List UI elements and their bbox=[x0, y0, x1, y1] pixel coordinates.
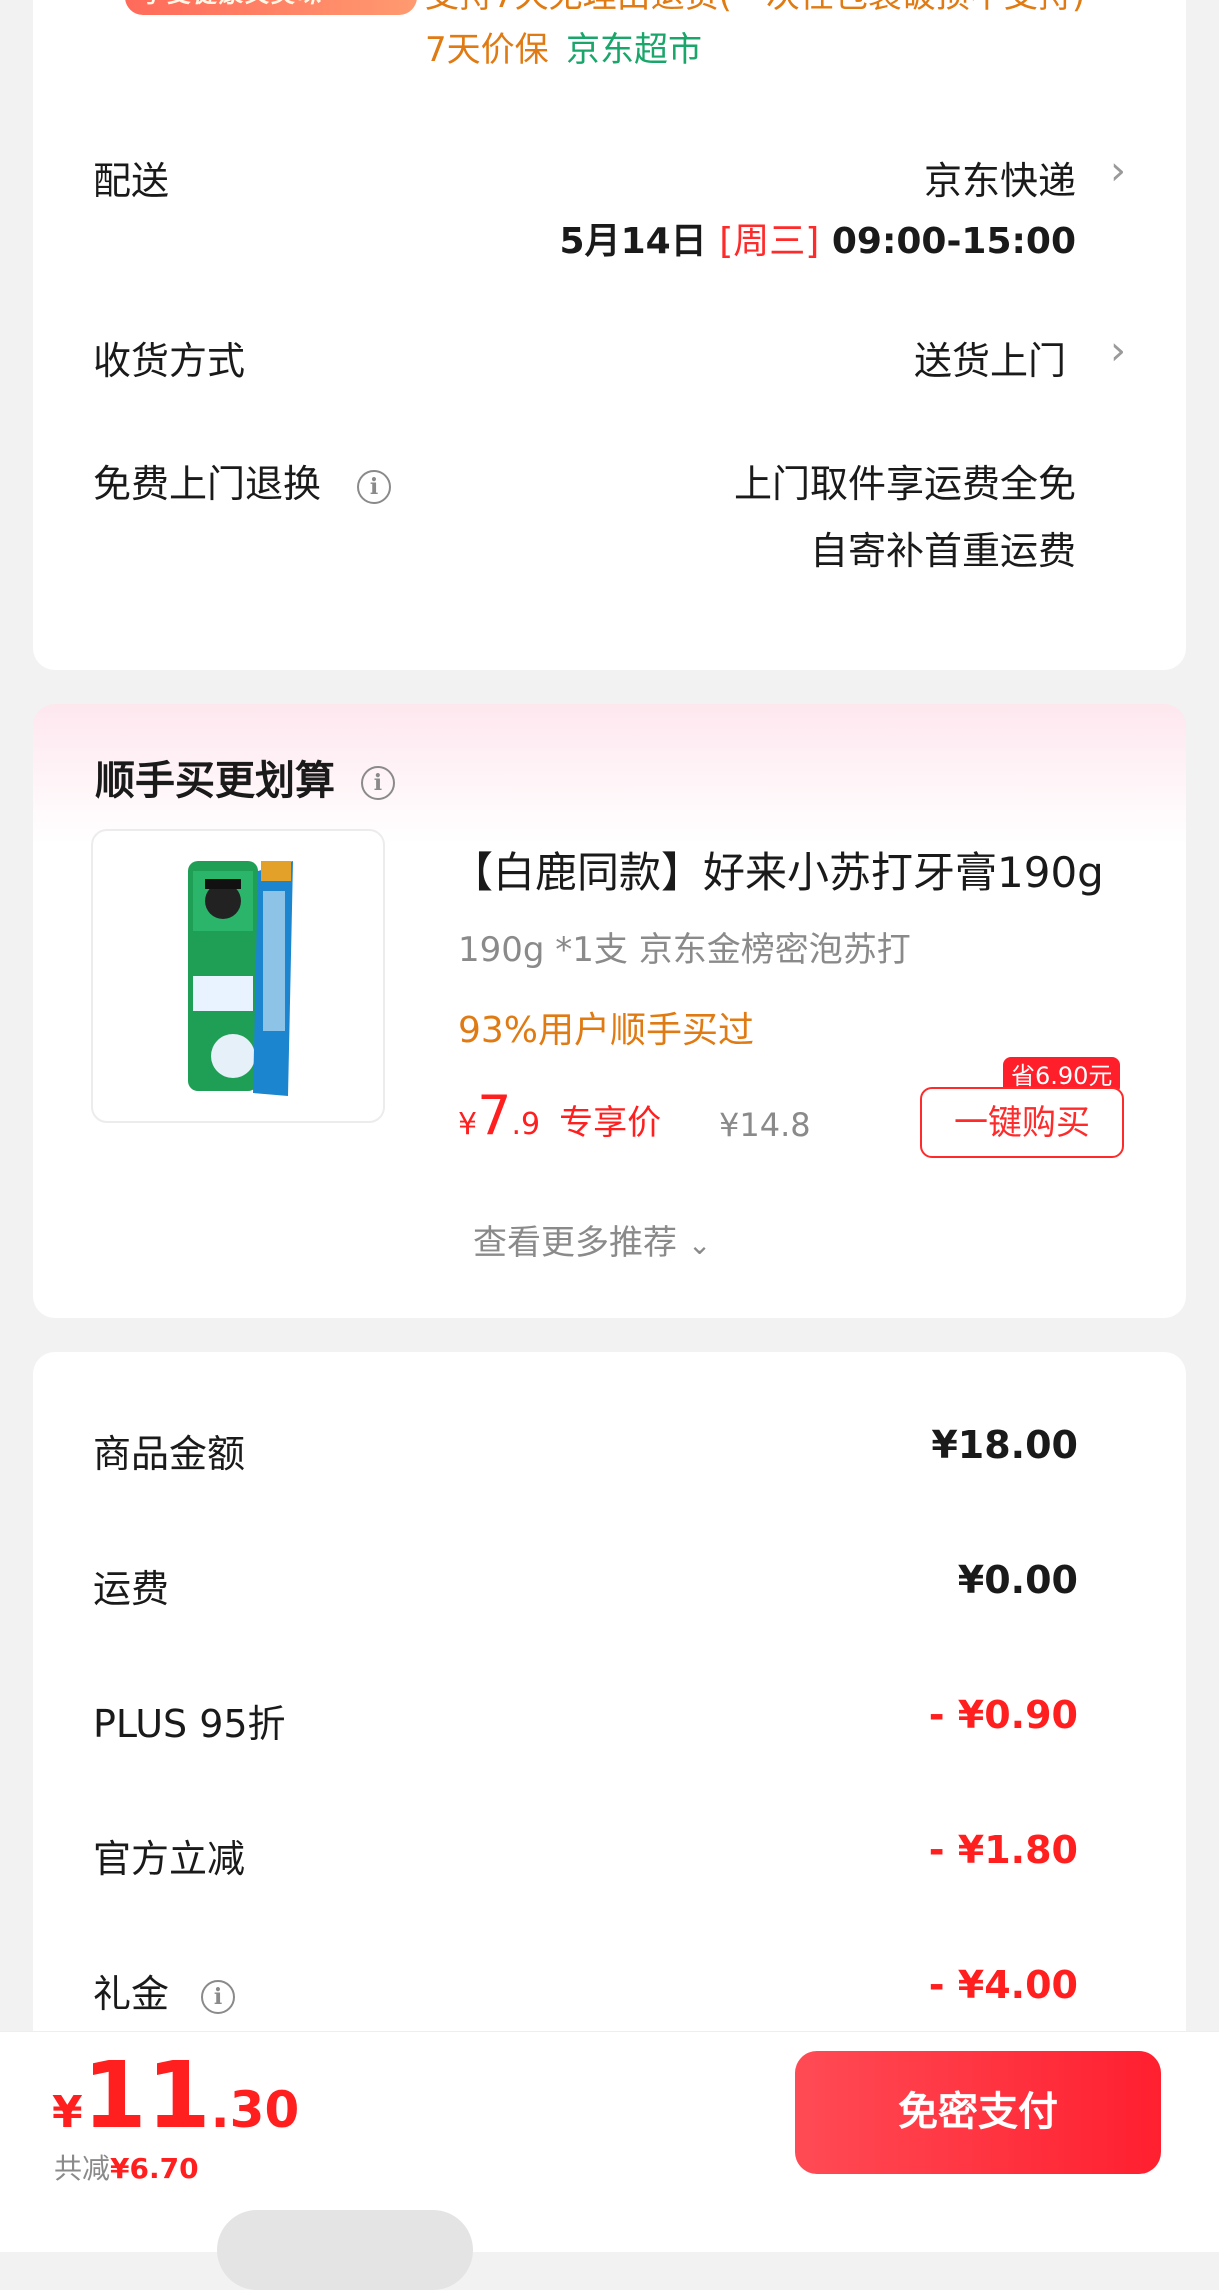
summary-value: - ¥4.00 bbox=[928, 1963, 1078, 2007]
original-price: ¥14.8 bbox=[719, 1106, 811, 1144]
product-spec: 190g *1支 京东金榜密泡苏打 bbox=[458, 930, 911, 970]
free-return-label-text: 免费上门退换 bbox=[93, 462, 322, 506]
receive-method-label: 收货方式 bbox=[93, 339, 246, 383]
delivery-weekday: [周三] bbox=[719, 221, 820, 262]
receive-chevron-icon[interactable]: › bbox=[1110, 328, 1126, 374]
summary-value: - ¥0.90 bbox=[928, 1693, 1078, 1737]
return-policy-text: 支持7天无理由退货(一次性包装破损不支持) bbox=[425, 0, 1085, 17]
product-price: ¥7.9 专享价 bbox=[458, 1084, 661, 1147]
summary-label: 官方立减 bbox=[93, 1837, 246, 1881]
product-image[interactable] bbox=[91, 829, 385, 1123]
discount-label: 共减 bbox=[54, 2152, 111, 2185]
more-recommend-text: 查看更多推荐 bbox=[473, 1223, 677, 1263]
more-recommend-link[interactable]: 查看更多推荐 ⌄ bbox=[473, 1215, 711, 1264]
price-summary-card: 商品金额 ¥18.00 运费 ¥0.00 PLUS 95折 - ¥0.90 官方… bbox=[33, 1352, 1186, 2112]
bought-tip: 93%用户顺手买过 bbox=[458, 1010, 755, 1051]
free-return-line2: 自寄补首重运费 bbox=[809, 529, 1076, 573]
summary-label: 运费 bbox=[93, 1567, 170, 1611]
recommend-title: 顺手买更划算 i bbox=[95, 748, 395, 806]
toothpaste-image-icon bbox=[188, 861, 293, 1096]
summary-value: ¥0.00 bbox=[957, 1558, 1078, 1602]
free-return-label: 免费上门退换 i bbox=[93, 453, 392, 508]
recommend-title-text: 顺手买更划算 bbox=[95, 758, 335, 804]
chevron-down-icon: ⌄ bbox=[687, 1228, 712, 1261]
free-return-line1: 上门取件享运费全免 bbox=[733, 462, 1076, 506]
summary-label: 商品金额 bbox=[93, 1432, 246, 1476]
summary-gift-row: 礼金 i bbox=[93, 1963, 236, 2018]
total-int: 11 bbox=[82, 2042, 211, 2149]
delivery-carrier[interactable]: 京东快递 bbox=[924, 150, 1076, 205]
delivery-time: 09:00-15:00 bbox=[831, 221, 1076, 262]
service-card: 享受健康又美味 支持7天无理由退货(一次性包装破损不支持) 7天价保 京东超市 … bbox=[33, 0, 1186, 670]
discount-value: ¥6.70 bbox=[110, 2152, 199, 2185]
total-currency: ¥ bbox=[52, 2087, 83, 2138]
jd-supermarket-text: 京东超市 bbox=[566, 30, 702, 70]
summary-label: PLUS 95折 bbox=[93, 1702, 286, 1746]
summary-label: 礼金 bbox=[93, 1972, 170, 2016]
one-click-buy-button[interactable]: 一键购买 bbox=[920, 1087, 1124, 1158]
promo-badge: 享受健康又美味 bbox=[125, 0, 417, 15]
info-icon[interactable]: i bbox=[360, 766, 395, 800]
price-int: 7 bbox=[477, 1084, 512, 1147]
info-icon[interactable]: i bbox=[357, 470, 392, 504]
summary-value: ¥18.00 bbox=[931, 1423, 1078, 1467]
delivery-chevron-icon[interactable]: › bbox=[1110, 148, 1126, 194]
summary-value: - ¥1.80 bbox=[928, 1828, 1078, 1872]
price-dec: .9 bbox=[511, 1107, 541, 1142]
info-icon[interactable]: i bbox=[201, 1980, 236, 2014]
discount-line: 共减¥6.70 bbox=[54, 2147, 199, 2187]
bottom-pay-bar: ¥11.30 共减¥6.70 免密支付 bbox=[0, 2031, 1219, 2290]
price-protect-text: 7天价保 bbox=[425, 30, 549, 70]
price-tag: 专享价 bbox=[559, 1103, 662, 1143]
home-indicator bbox=[217, 2210, 473, 2290]
recommend-card: 顺手买更划算 i 【白鹿同款】好来小苏打牙膏190g 190g *1支 京东金榜… bbox=[33, 704, 1186, 1318]
promo-badge-text: 享受健康又美味 bbox=[141, 0, 323, 9]
receive-method-value[interactable]: 送货上门 bbox=[914, 330, 1066, 385]
price-symbol: ¥ bbox=[458, 1107, 478, 1142]
product-title[interactable]: 【白鹿同款】好来小苏打牙膏190g bbox=[451, 839, 1104, 900]
delivery-date: 5月14日 bbox=[559, 221, 707, 262]
delivery-time-line: 5月14日 [周三] 09:00-15:00 bbox=[560, 212, 1076, 264]
pay-button[interactable]: 免密支付 bbox=[795, 2051, 1161, 2174]
total-dec: .30 bbox=[210, 2081, 300, 2139]
delivery-label: 配送 bbox=[93, 159, 170, 203]
total-price: ¥11.30 bbox=[52, 2042, 299, 2149]
